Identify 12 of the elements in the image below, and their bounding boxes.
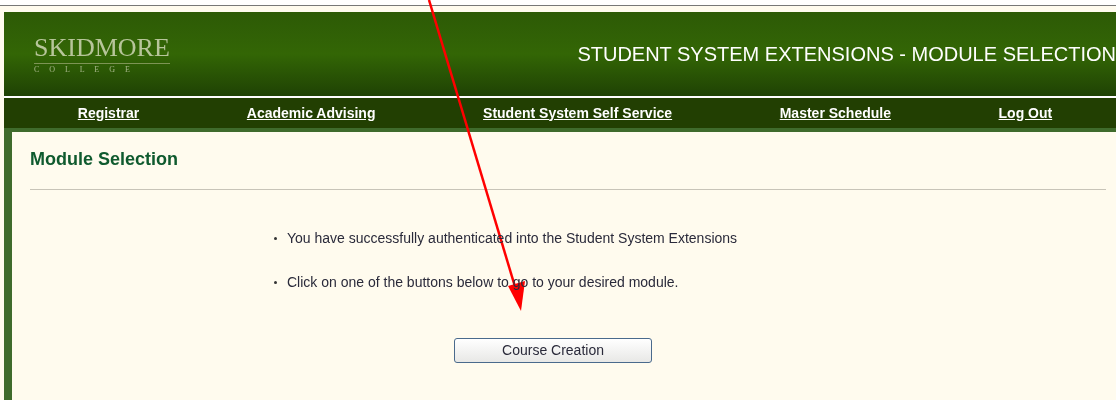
logo-name: SKIDMORE — [34, 34, 170, 64]
section-heading: Module Selection — [30, 148, 180, 171]
bullet-icon — [274, 281, 277, 284]
nav-link[interactable]: Master Schedule — [779, 102, 891, 124]
logo-subtitle: C O L L E G E — [34, 65, 134, 74]
bullet-icon — [274, 237, 277, 240]
nav-link[interactable]: Log Out — [998, 102, 1053, 124]
nav-link[interactable]: Academic Advising — [246, 102, 376, 124]
module-button[interactable]: Course Creation — [454, 338, 652, 363]
nav-link[interactable]: Registrar — [77, 102, 140, 124]
nav-link[interactable]: Student System Self Service — [483, 102, 673, 124]
page-title: STUDENT SYSTEM EXTENSIONS - MODULE SELECTION — [577, 42, 1116, 67]
